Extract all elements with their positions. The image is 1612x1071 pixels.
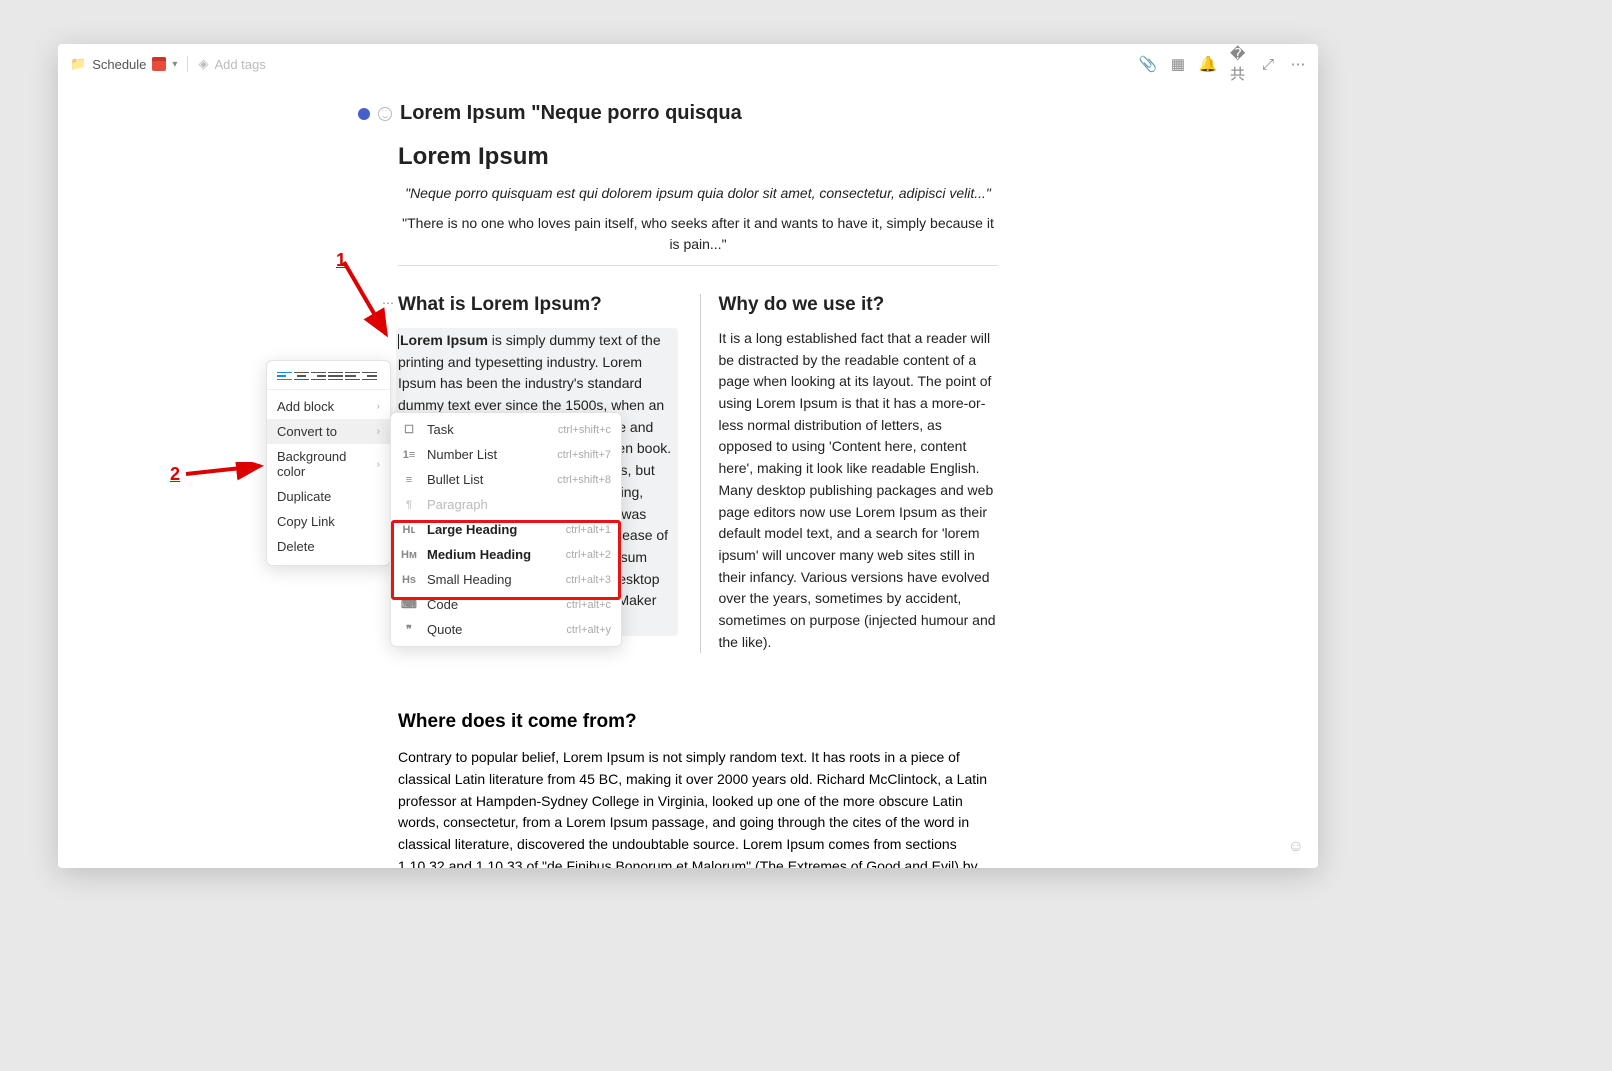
type-icon: Hs <box>401 574 417 586</box>
align-justify-icon[interactable] <box>328 369 343 383</box>
indent-icon[interactable] <box>362 369 377 383</box>
submenu-label: Medium Heading <box>427 547 556 562</box>
align-right-icon[interactable] <box>311 369 326 383</box>
chevron-right-icon: › <box>377 459 380 470</box>
submenu-item-number-list[interactable]: 1≡ Number List ctrl+shift+7 <box>391 442 621 467</box>
submenu-label: Code <box>427 597 556 612</box>
type-icon: ⌨ <box>401 598 417 611</box>
submenu-item-large-heading[interactable]: Hʟ Large Heading ctrl+alt+1 <box>391 517 621 542</box>
attachment-icon[interactable]: 📎 <box>1140 56 1156 72</box>
status-dot-icon <box>358 108 370 120</box>
breadcrumb-folder[interactable]: Schedule <box>92 57 146 72</box>
menu-delete[interactable]: Delete <box>267 534 390 559</box>
quote-latin: "Neque porro quisquam est qui dolorem ip… <box>398 185 998 201</box>
heading-where: Where does it come from? <box>398 711 998 733</box>
chevron-right-icon: › <box>377 401 380 412</box>
submenu-label: Paragraph <box>427 497 601 512</box>
text-cursor <box>398 334 399 349</box>
separator <box>187 56 188 72</box>
calendar-icon <box>152 57 166 71</box>
submenu-item-code[interactable]: ⌨ Code ctrl+alt+c <box>391 592 621 617</box>
convert-to-submenu: ☐ Task ctrl+shift+c 1≡ Number List ctrl+shift… <box>390 412 622 647</box>
block-handle-icon[interactable]: ⋯ <box>382 296 394 310</box>
emoji-picker-icon[interactable]: ☺ <box>1288 838 1304 856</box>
submenu-item-medium-heading[interactable]: Hᴍ Medium Heading ctrl+alt+2 <box>391 542 621 567</box>
type-icon: ☐ <box>401 423 417 436</box>
submenu-label: Task <box>427 422 548 437</box>
type-icon: ❞ <box>401 623 417 636</box>
submenu-item-bullet-list[interactable]: ≡ Bullet List ctrl+shift+8 <box>391 467 621 492</box>
menu-background-color[interactable]: Background color› <box>267 444 390 484</box>
shortcut-label: ctrl+alt+y <box>566 624 611 636</box>
menu-convert-to[interactable]: Convert to› <box>267 419 390 444</box>
submenu-item-task[interactable]: ☐ Task ctrl+shift+c <box>391 417 621 442</box>
divider <box>398 265 998 266</box>
annotation-number-1: 1 <box>336 250 346 271</box>
submenu-item-small-heading[interactable]: Hs Small Heading ctrl+alt+3 <box>391 567 621 592</box>
menu-duplicate[interactable]: Duplicate <box>267 484 390 509</box>
share-icon[interactable]: �共 <box>1230 56 1246 72</box>
qr-icon[interactable]: ▦ <box>1170 56 1186 72</box>
submenu-label: Large Heading <box>427 522 556 537</box>
type-icon: Hʟ <box>401 524 417 536</box>
submenu-label: Bullet List <box>427 472 547 487</box>
shortcut-label: ctrl+alt+2 <box>566 549 611 561</box>
submenu-label: Quote <box>427 622 556 637</box>
submenu-item-quote[interactable]: ❞ Quote ctrl+alt+y <box>391 617 621 642</box>
shortcut-label: ctrl+shift+7 <box>557 449 611 461</box>
chevron-down-icon[interactable]: ▾ <box>172 59 177 70</box>
shortcut-label: ctrl+shift+c <box>558 424 611 436</box>
type-icon: ¶ <box>401 499 417 511</box>
submenu-label: Small Heading <box>427 572 556 587</box>
paragraph-why: It is a long established fact that a rea… <box>719 328 999 653</box>
menu-add-block[interactable]: Add block› <box>267 394 390 419</box>
page-title[interactable]: Lorem Ipsum "Neque porro quisqua <box>400 102 742 125</box>
document-area: Lorem Ipsum "Neque porro quisqua Lorem I… <box>58 84 1318 868</box>
shortcut-label: ctrl+alt+c <box>566 599 611 611</box>
outdent-icon[interactable] <box>345 369 360 383</box>
heading-what: What is Lorem Ipsum? <box>398 294 678 316</box>
align-toolbar <box>267 367 390 390</box>
shortcut-label: ctrl+alt+3 <box>566 574 611 586</box>
shortcut-label: ctrl+alt+1 <box>566 524 611 536</box>
heading-lorem: Lorem Ipsum <box>398 143 998 171</box>
submenu-label: Number List <box>427 447 547 462</box>
shortcut-label: ctrl+shift+8 <box>557 474 611 486</box>
chevron-right-icon: › <box>377 426 380 437</box>
expand-icon[interactable]: ⤢ <box>1260 56 1276 72</box>
align-left-icon[interactable] <box>277 369 292 383</box>
folder-icon <box>70 56 86 72</box>
emoji-placeholder-icon[interactable] <box>378 107 392 121</box>
align-center-icon[interactable] <box>294 369 309 383</box>
tag-icon: ◈ <box>198 56 208 72</box>
topbar: Schedule ▾ ◈ Add tags 📎 ▦ 🔔 �共 ⤢ ⋯ <box>58 44 1318 84</box>
paragraph-where: Contrary to popular belief, Lorem Ipsum … <box>398 747 998 868</box>
type-icon: ≡ <box>401 474 417 486</box>
add-tags-button[interactable]: Add tags <box>214 57 265 72</box>
heading-why: Why do we use it? <box>719 294 999 316</box>
block-context-menu: Add block› Convert to› Background color›… <box>266 360 391 566</box>
annotation-number-2: 2 <box>170 464 180 485</box>
submenu-item-paragraph: ¶ Paragraph <box>391 492 621 517</box>
bell-icon[interactable]: 🔔 <box>1200 56 1216 72</box>
more-icon[interactable]: ⋯ <box>1290 56 1306 72</box>
menu-copy-link[interactable]: Copy Link <box>267 509 390 534</box>
type-icon: Hᴍ <box>401 549 417 561</box>
app-window: Schedule ▾ ◈ Add tags 📎 ▦ 🔔 �共 ⤢ ⋯ Lorem… <box>58 44 1318 868</box>
quote-english: "There is no one who loves pain itself, … <box>398 213 998 255</box>
type-icon: 1≡ <box>401 449 417 461</box>
